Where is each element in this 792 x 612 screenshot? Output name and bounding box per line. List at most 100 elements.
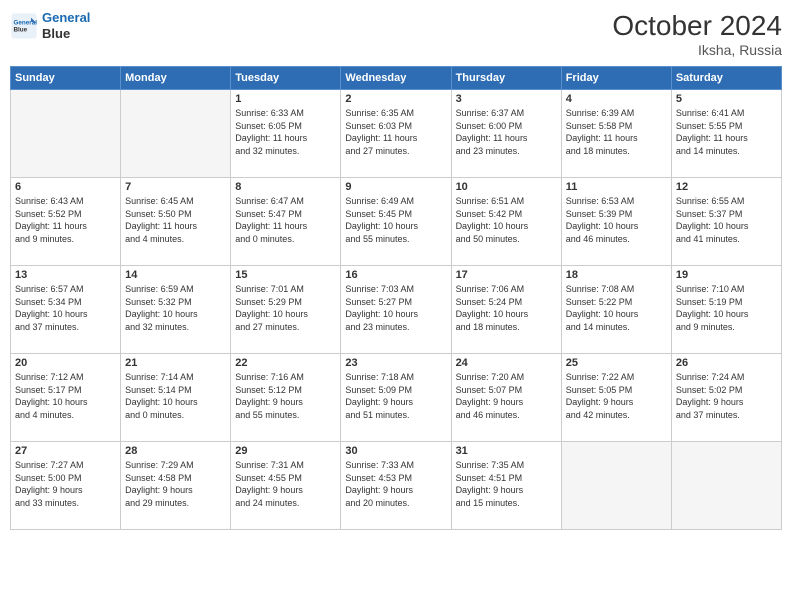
- week-row-2: 6Sunrise: 6:43 AMSunset: 5:52 PMDaylight…: [11, 178, 782, 266]
- logo-icon: General Blue: [10, 12, 38, 40]
- day-cell: 2Sunrise: 6:35 AMSunset: 6:03 PMDaylight…: [341, 90, 451, 178]
- day-info: Sunrise: 6:57 AMSunset: 5:34 PMDaylight:…: [15, 283, 116, 333]
- day-info: Sunrise: 7:16 AMSunset: 5:12 PMDaylight:…: [235, 371, 336, 421]
- day-number: 16: [345, 269, 446, 281]
- day-number: 10: [456, 181, 557, 193]
- day-info: Sunrise: 7:10 AMSunset: 5:19 PMDaylight:…: [676, 283, 777, 333]
- day-cell: 26 Sunrise: 7:24 AMSunset: 5:02 PMDayligh…: [671, 354, 781, 442]
- day-cell: [11, 90, 121, 178]
- day-cell: 22Sunrise: 7:16 AMSunset: 5:12 PMDayligh…: [231, 354, 341, 442]
- day-cell: 8Sunrise: 6:47 AMSunset: 5:47 PMDaylight…: [231, 178, 341, 266]
- day-cell: 18 Sunrise: 7:08 AMSunset: 5:22 PMDayligh…: [561, 266, 671, 354]
- day-info: Sunrise: 6:53 AMSunset: 5:39 PMDaylight:…: [566, 195, 667, 245]
- day-info: Sunrise: 6:55 AMSunset: 5:37 PMDaylight:…: [676, 195, 777, 245]
- day-number: 12: [676, 181, 777, 193]
- day-cell: 21 Sunrise: 7:14 AMSunset: 5:14 PMDayligh…: [121, 354, 231, 442]
- day-cell: 5Sunrise: 6:41 AMSunset: 5:55 PMDaylight…: [671, 90, 781, 178]
- day-cell: 25 Sunrise: 7:22 AMSunset: 5:05 PMDayligh…: [561, 354, 671, 442]
- day-info: Sunrise: 6:59 AMSunset: 5:32 PMDaylight:…: [125, 283, 226, 333]
- day-cell: 23Sunrise: 7:18 AMSunset: 5:09 PMDayligh…: [341, 354, 451, 442]
- day-cell: 17 Sunrise: 7:06 AMSunset: 5:24 PMDayligh…: [451, 266, 561, 354]
- header-friday: Friday: [561, 67, 671, 90]
- day-number: 26: [676, 357, 777, 369]
- day-info: Sunrise: 6:51 AMSunset: 5:42 PMDaylight:…: [456, 195, 557, 245]
- day-info: Sunrise: 7:24 AMSunset: 5:02 PMDaylight:…: [676, 371, 777, 421]
- day-number: 27: [15, 445, 116, 457]
- header-saturday: Saturday: [671, 67, 781, 90]
- day-cell: [121, 90, 231, 178]
- day-info: Sunrise: 6:39 AMSunset: 5:58 PMDaylight:…: [566, 107, 667, 157]
- day-info: Sunrise: 6:41 AMSunset: 5:55 PMDaylight:…: [676, 107, 777, 157]
- day-number: 29: [235, 445, 336, 457]
- day-info: Sunrise: 7:31 AMSunset: 4:55 PMDaylight:…: [235, 459, 336, 509]
- day-cell: 3 Sunrise: 6:37 AMSunset: 6:00 PMDaylight…: [451, 90, 561, 178]
- day-cell: 7 Sunrise: 6:45 AMSunset: 5:50 PMDaylight…: [121, 178, 231, 266]
- day-number: 18: [566, 269, 667, 281]
- day-cell: 13Sunrise: 6:57 AMSunset: 5:34 PMDayligh…: [11, 266, 121, 354]
- day-number: 21: [125, 357, 226, 369]
- day-info: Sunrise: 6:35 AMSunset: 6:03 PMDaylight:…: [345, 107, 446, 157]
- day-cell: 10 Sunrise: 6:51 AMSunset: 5:42 PMDayligh…: [451, 178, 561, 266]
- day-info: Sunrise: 7:08 AMSunset: 5:22 PMDaylight:…: [566, 283, 667, 333]
- title-block: October 2024 Iksha, Russia: [612, 10, 782, 58]
- day-cell: 9Sunrise: 6:49 AMSunset: 5:45 PMDaylight…: [341, 178, 451, 266]
- day-info: Sunrise: 7:06 AMSunset: 5:24 PMDaylight:…: [456, 283, 557, 333]
- day-number: 4: [566, 93, 667, 105]
- day-number: 19: [676, 269, 777, 281]
- header-thursday: Thursday: [451, 67, 561, 90]
- day-number: 1: [235, 93, 336, 105]
- day-number: 24: [456, 357, 557, 369]
- day-cell: 14 Sunrise: 6:59 AMSunset: 5:32 PMDayligh…: [121, 266, 231, 354]
- svg-text:Blue: Blue: [14, 26, 28, 33]
- day-cell: 11 Sunrise: 6:53 AMSunset: 5:39 PMDayligh…: [561, 178, 671, 266]
- day-info: Sunrise: 6:37 AMSunset: 6:00 PMDaylight:…: [456, 107, 557, 157]
- day-cell: 12 Sunrise: 6:55 AMSunset: 5:37 PMDayligh…: [671, 178, 781, 266]
- day-info: Sunrise: 7:14 AMSunset: 5:14 PMDaylight:…: [125, 371, 226, 421]
- day-info: Sunrise: 7:33 AMSunset: 4:53 PMDaylight:…: [345, 459, 446, 509]
- header-tuesday: Tuesday: [231, 67, 341, 90]
- logo: General Blue GeneralBlue: [10, 10, 90, 41]
- day-number: 23: [345, 357, 446, 369]
- day-cell: [671, 442, 781, 530]
- day-number: 6: [15, 181, 116, 193]
- week-row-4: 20 Sunrise: 7:12 AMSunset: 5:17 PMDayligh…: [11, 354, 782, 442]
- logo-text: GeneralBlue: [42, 10, 90, 41]
- day-number: 20: [15, 357, 116, 369]
- header: General Blue GeneralBlue October 2024 Ik…: [10, 10, 782, 58]
- day-info: Sunrise: 7:22 AMSunset: 5:05 PMDaylight:…: [566, 371, 667, 421]
- day-number: 15: [235, 269, 336, 281]
- day-info: Sunrise: 7:29 AMSunset: 4:58 PMDaylight:…: [125, 459, 226, 509]
- day-number: 30: [345, 445, 446, 457]
- weekday-header-row: Sunday Monday Tuesday Wednesday Thursday…: [11, 67, 782, 90]
- day-cell: 16 Sunrise: 7:03 AMSunset: 5:27 PMDayligh…: [341, 266, 451, 354]
- day-cell: 29 Sunrise: 7:31 AMSunset: 4:55 PMDayligh…: [231, 442, 341, 530]
- day-cell: 27 Sunrise: 7:27 AMSunset: 5:00 PMDayligh…: [11, 442, 121, 530]
- day-cell: 4 Sunrise: 6:39 AMSunset: 5:58 PMDaylight…: [561, 90, 671, 178]
- month-title: October 2024: [612, 10, 782, 42]
- day-info: Sunrise: 7:03 AMSunset: 5:27 PMDaylight:…: [345, 283, 446, 333]
- week-row-5: 27 Sunrise: 7:27 AMSunset: 5:00 PMDayligh…: [11, 442, 782, 530]
- day-info: Sunrise: 7:12 AMSunset: 5:17 PMDaylight:…: [15, 371, 116, 421]
- day-cell: 15Sunrise: 7:01 AMSunset: 5:29 PMDayligh…: [231, 266, 341, 354]
- week-row-1: 1Sunrise: 6:33 AMSunset: 6:05 PMDaylight…: [11, 90, 782, 178]
- day-number: 25: [566, 357, 667, 369]
- day-number: 7: [125, 181, 226, 193]
- day-cell: 1Sunrise: 6:33 AMSunset: 6:05 PMDaylight…: [231, 90, 341, 178]
- day-number: 31: [456, 445, 557, 457]
- day-info: Sunrise: 7:20 AMSunset: 5:07 PMDaylight:…: [456, 371, 557, 421]
- day-cell: 30 Sunrise: 7:33 AMSunset: 4:53 PMDayligh…: [341, 442, 451, 530]
- day-number: 14: [125, 269, 226, 281]
- day-cell: 6Sunrise: 6:43 AMSunset: 5:52 PMDaylight…: [11, 178, 121, 266]
- day-info: Sunrise: 7:35 AMSunset: 4:51 PMDaylight:…: [456, 459, 557, 509]
- day-info: Sunrise: 6:49 AMSunset: 5:45 PMDaylight:…: [345, 195, 446, 245]
- header-monday: Monday: [121, 67, 231, 90]
- day-number: 17: [456, 269, 557, 281]
- day-number: 11: [566, 181, 667, 193]
- day-number: 28: [125, 445, 226, 457]
- day-info: Sunrise: 7:27 AMSunset: 5:00 PMDaylight:…: [15, 459, 116, 509]
- day-info: Sunrise: 6:45 AMSunset: 5:50 PMDaylight:…: [125, 195, 226, 245]
- week-row-3: 13Sunrise: 6:57 AMSunset: 5:34 PMDayligh…: [11, 266, 782, 354]
- day-cell: 19 Sunrise: 7:10 AMSunset: 5:19 PMDayligh…: [671, 266, 781, 354]
- day-number: 3: [456, 93, 557, 105]
- day-cell: 28 Sunrise: 7:29 AMSunset: 4:58 PMDayligh…: [121, 442, 231, 530]
